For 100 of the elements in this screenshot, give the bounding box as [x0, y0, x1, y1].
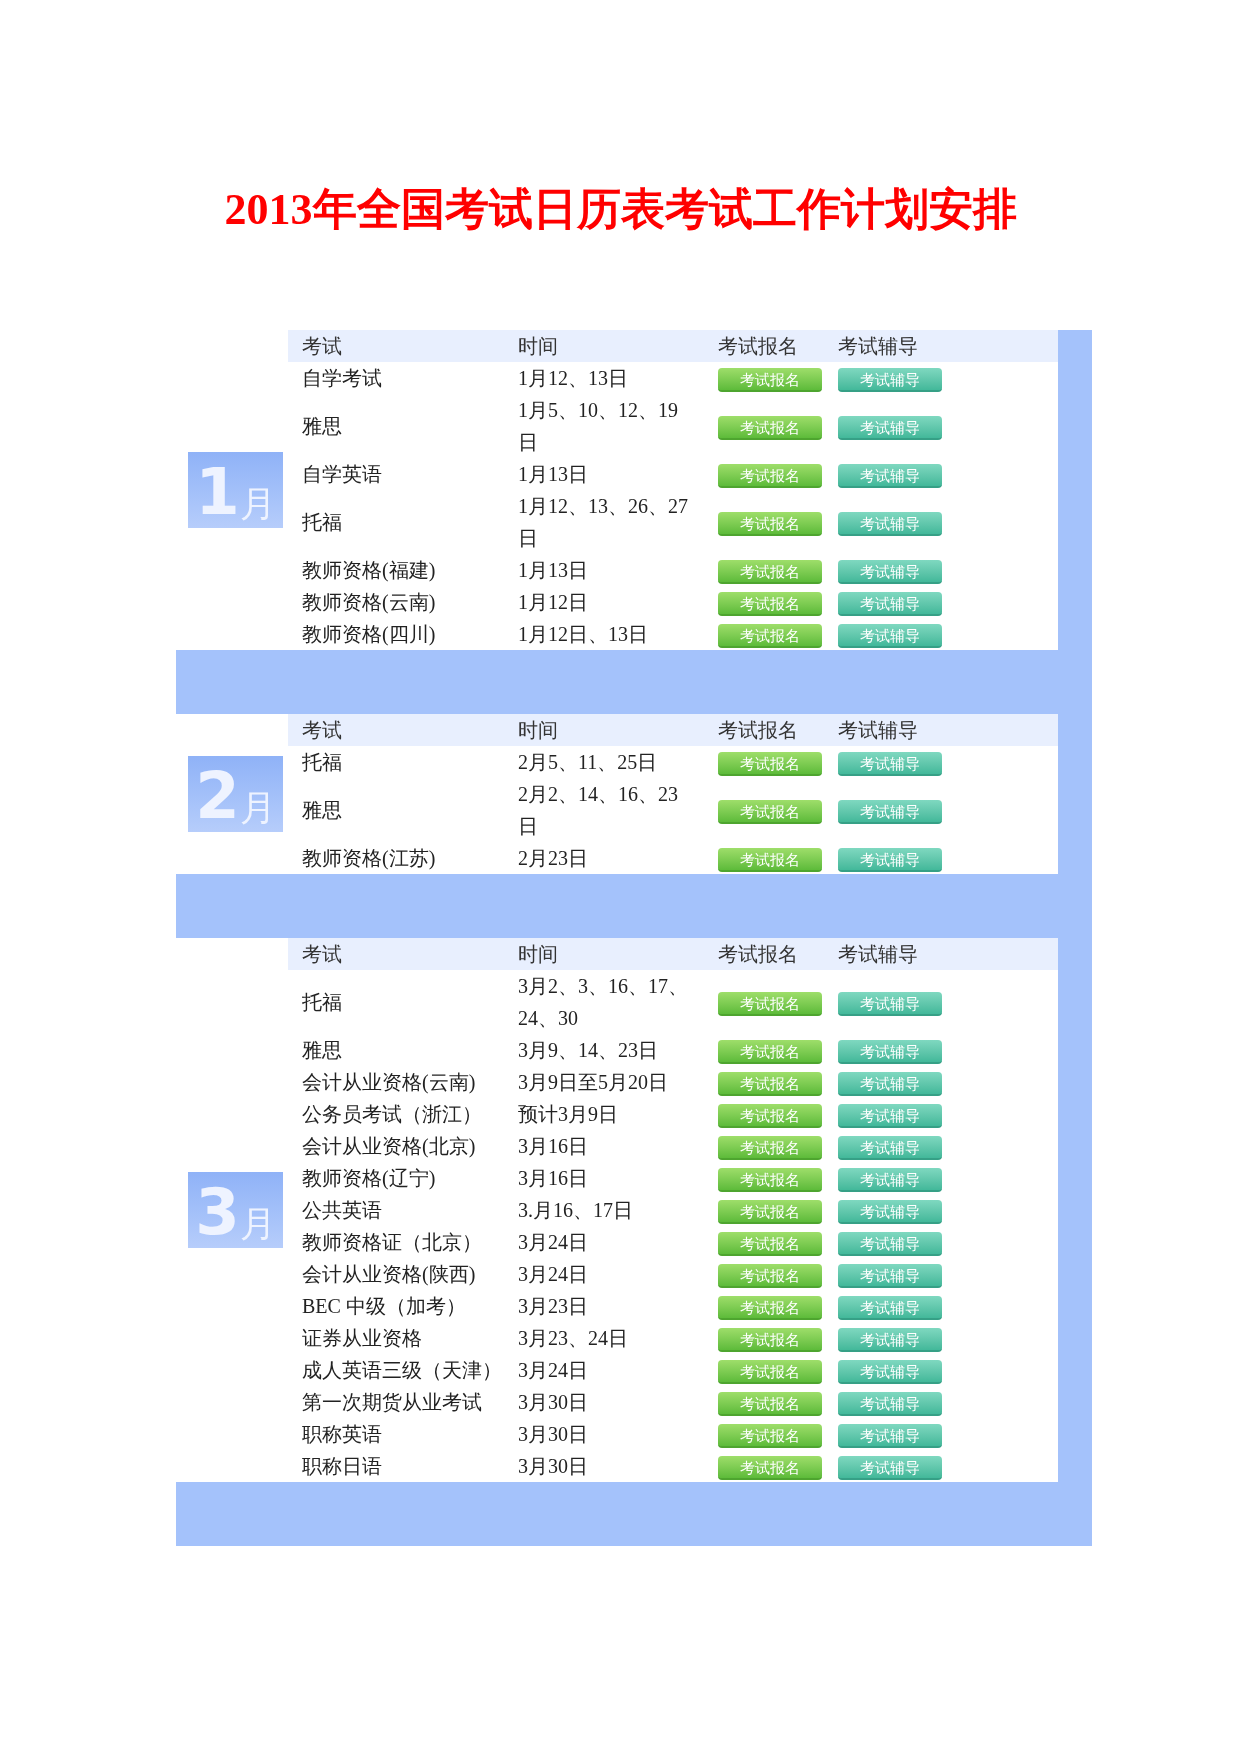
register-button[interactable]: 考试报名: [718, 1296, 822, 1320]
month-badge: 3月: [188, 1172, 283, 1248]
tutoring-button[interactable]: 考试辅导: [838, 368, 942, 392]
exam-date: 3月16日: [518, 1166, 589, 1191]
register-button[interactable]: 考试报名: [718, 1264, 822, 1288]
exam-name: 会计从业资格(陕西): [301, 1262, 477, 1288]
tutoring-button[interactable]: 考试辅导: [838, 992, 942, 1016]
register-button[interactable]: 考试报名: [718, 368, 822, 392]
tutoring-button[interactable]: 考试辅导: [838, 464, 942, 488]
exam-date: 3月24日: [518, 1358, 589, 1383]
tutoring-button[interactable]: 考试辅导: [838, 416, 942, 440]
tutoring-button[interactable]: 考试辅导: [838, 1200, 942, 1224]
tutoring-button[interactable]: 考试辅导: [838, 512, 942, 536]
register-button[interactable]: 考试报名: [718, 1136, 822, 1160]
register-button[interactable]: 考试报名: [718, 1040, 822, 1064]
tutoring-button[interactable]: 考试辅导: [838, 752, 942, 776]
exam-name: 托福: [301, 990, 343, 1015]
tutoring-button[interactable]: 考试辅导: [838, 1456, 942, 1480]
tutoring-button[interactable]: 考试辅导: [838, 1328, 942, 1352]
exam-name: 自学英语: [301, 462, 383, 487]
register-button[interactable]: 考试报名: [718, 1456, 822, 1480]
register-button[interactable]: 考试报名: [718, 416, 822, 440]
exam-name: 会计从业资格(北京): [301, 1134, 477, 1160]
tutoring-button[interactable]: 考试辅导: [838, 1072, 942, 1096]
exam-date: 3月24日: [518, 1230, 589, 1255]
register-button[interactable]: 考试报名: [718, 1072, 822, 1096]
tutoring-button[interactable]: 考试辅导: [838, 1168, 942, 1192]
exam-name: 第一次期货从业考试: [301, 1390, 483, 1415]
register-button[interactable]: 考试报名: [718, 560, 822, 584]
column-header: 考试报名: [718, 718, 799, 743]
register-button[interactable]: 考试报名: [718, 1360, 822, 1384]
tutoring-button[interactable]: 考试辅导: [838, 592, 942, 616]
tutoring-button[interactable]: 考试辅导: [838, 560, 942, 584]
tutoring-button[interactable]: 考试辅导: [838, 1264, 942, 1288]
tutoring-button[interactable]: 考试辅导: [838, 624, 942, 648]
tutoring-button[interactable]: 考试辅导: [838, 1296, 942, 1320]
tutoring-button[interactable]: 考试辅导: [838, 1392, 942, 1416]
column-header: 时间: [518, 718, 559, 743]
exam-date: 2月2、14、16、23日: [518, 782, 679, 839]
exam-date: 2月23日: [518, 846, 589, 871]
register-button[interactable]: 考试报名: [718, 1328, 822, 1352]
tutoring-button[interactable]: 考试辅导: [838, 1040, 942, 1064]
exam-name: 雅思: [301, 1038, 343, 1063]
exam-date: 3月2、3、16、17、24、30: [518, 974, 689, 1031]
exam-date: 3月16日: [518, 1134, 589, 1159]
column-header: 考试辅导: [838, 334, 919, 359]
exam-date: 2月5、11、25日: [518, 750, 659, 775]
exam-name: 雅思: [301, 798, 343, 823]
register-button[interactable]: 考试报名: [718, 1104, 822, 1128]
tutoring-button[interactable]: 考试辅导: [838, 1104, 942, 1128]
exam-date: 1月12、13、26、27日: [518, 494, 689, 551]
register-button[interactable]: 考试报名: [718, 624, 822, 648]
register-button[interactable]: 考试报名: [718, 992, 822, 1016]
register-button[interactable]: 考试报名: [718, 592, 822, 616]
tutoring-button[interactable]: 考试辅导: [838, 1232, 942, 1256]
exam-date: 1月12、13日: [518, 366, 629, 391]
register-button[interactable]: 考试报名: [718, 1424, 822, 1448]
register-button[interactable]: 考试报名: [718, 1392, 822, 1416]
month-badge: 2月: [188, 756, 283, 832]
exam-date: 3.月16、17日: [518, 1198, 634, 1223]
tutoring-button[interactable]: 考试辅导: [838, 1136, 942, 1160]
tutoring-button[interactable]: 考试辅导: [838, 848, 942, 872]
exam-date: 1月12日: [518, 590, 589, 615]
column-header: 考试: [301, 942, 343, 967]
column-header: 考试辅导: [838, 718, 919, 743]
exam-name: 教师资格(江苏): [301, 846, 437, 872]
exam-name: 托福: [301, 510, 343, 535]
month-badge: 1月: [188, 452, 283, 528]
exam-name: 教师资格(云南): [301, 590, 437, 616]
exam-name: 教师资格(福建): [301, 558, 437, 584]
register-button[interactable]: 考试报名: [718, 1232, 822, 1256]
column-header: 时间: [518, 942, 559, 967]
exam-name: 教师资格(辽宁): [301, 1166, 437, 1192]
tutoring-button[interactable]: 考试辅导: [838, 800, 942, 824]
register-button[interactable]: 考试报名: [718, 1168, 822, 1192]
exam-name: BEC 中级（加考）: [301, 1294, 467, 1319]
exam-date: 3月9、14、23日: [518, 1038, 659, 1063]
exam-name: 职称日语: [301, 1454, 383, 1479]
register-button[interactable]: 考试报名: [718, 800, 822, 824]
exam-name: 托福: [301, 750, 343, 775]
tutoring-button[interactable]: 考试辅导: [838, 1424, 942, 1448]
register-button[interactable]: 考试报名: [718, 464, 822, 488]
exam-date: 1月12日、13日: [518, 622, 649, 647]
exam-date: 预计3月9日: [518, 1102, 619, 1127]
tutoring-button[interactable]: 考试辅导: [838, 1360, 942, 1384]
register-button[interactable]: 考试报名: [718, 848, 822, 872]
column-header: 考试: [301, 334, 343, 359]
exam-name: 自学考试: [301, 366, 383, 391]
exam-date: 1月13日: [518, 462, 589, 487]
page-title: 2013年全国考试日历表考试工作计划安排: [223, 184, 1018, 236]
exam-name: 会计从业资格(云南): [301, 1070, 477, 1096]
register-button[interactable]: 考试报名: [718, 1200, 822, 1224]
exam-name: 公共英语: [301, 1198, 383, 1223]
exam-date: 3月24日: [518, 1262, 589, 1287]
column-header: 考试报名: [718, 942, 799, 967]
register-button[interactable]: 考试报名: [718, 752, 822, 776]
column-header: 考试报名: [718, 334, 799, 359]
register-button[interactable]: 考试报名: [718, 512, 822, 536]
exam-date: 3月23日: [518, 1294, 589, 1319]
exam-date: 3月9日至5月20日: [518, 1070, 669, 1095]
